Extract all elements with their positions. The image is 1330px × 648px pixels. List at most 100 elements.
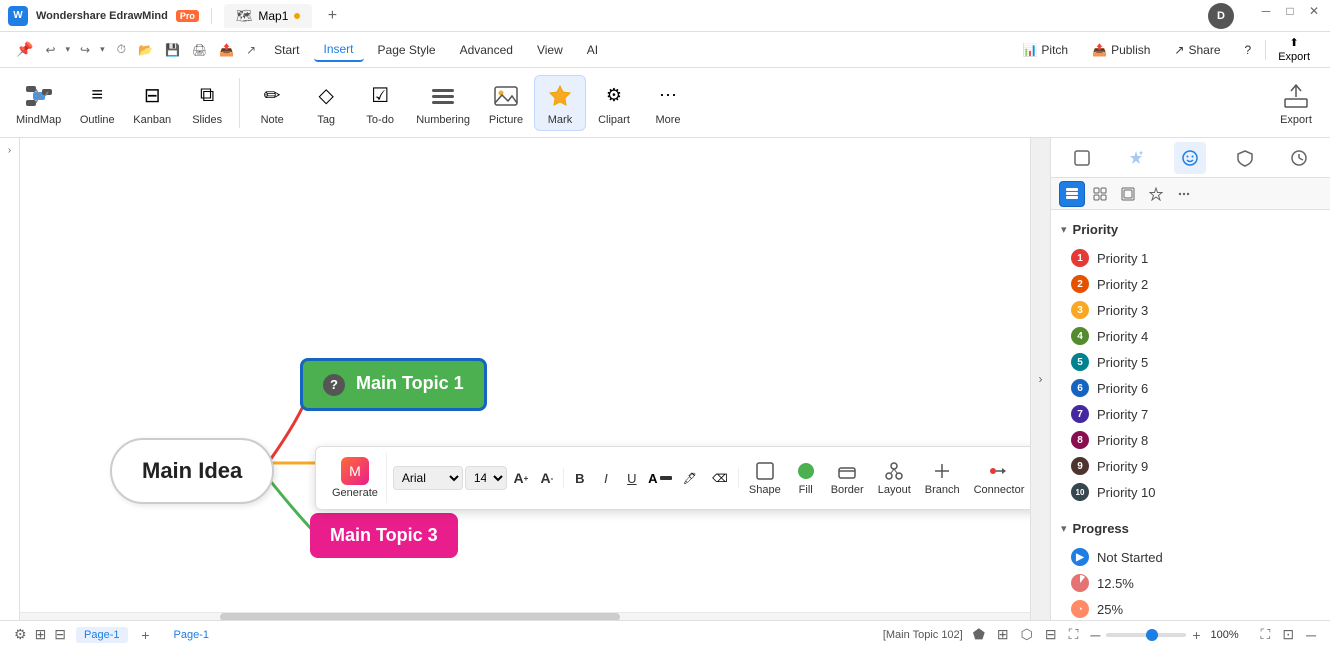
eraser-button[interactable]: ⌫ — [706, 466, 734, 490]
panel-shield-button[interactable] — [1229, 142, 1261, 174]
main-idea-node[interactable]: Main Idea — [110, 438, 274, 504]
status-fit-5[interactable]: ⛶ — [1067, 626, 1081, 643]
panel-clock-button[interactable] — [1283, 142, 1315, 174]
status-fit-1[interactable]: ⬟ — [971, 626, 987, 643]
page-layout-icon[interactable]: ⊟ — [52, 626, 68, 643]
status-fit-4[interactable]: ⊟ — [1043, 626, 1059, 643]
layout-button[interactable]: Layout — [872, 458, 917, 498]
priority-item-6[interactable]: 6 Priority 6 — [1067, 375, 1314, 401]
underline-button[interactable]: U — [620, 466, 644, 490]
canvas-scrollbar[interactable] — [20, 612, 1030, 620]
ribbon-mark[interactable]: Mark — [534, 75, 586, 131]
page-settings-icon[interactable]: ⚙ — [12, 626, 29, 643]
page-expand-icon[interactable]: ⊞ — [33, 626, 49, 643]
priority-item-10[interactable]: 10 Priority 10 — [1067, 479, 1314, 505]
menu-view[interactable]: View — [527, 39, 573, 61]
ribbon-mindmap[interactable]: MindMap — [8, 76, 69, 130]
font-grow-button[interactable]: A+ — [509, 466, 533, 490]
progress-item-25[interactable]: ◔ 25% — [1067, 596, 1314, 620]
priority-item-7[interactable]: 7 Priority 7 — [1067, 401, 1314, 427]
ribbon-picture[interactable]: Picture — [480, 76, 532, 130]
text-color-button[interactable]: A — [646, 466, 674, 490]
minimize-button[interactable]: ─ — [1258, 3, 1274, 19]
panel-shape-button[interactable] — [1066, 142, 1098, 174]
font-family-select[interactable]: Arial — [393, 466, 463, 490]
zoom-out-button[interactable]: ─ — [1088, 627, 1102, 643]
menu-page-style[interactable]: Page Style — [368, 39, 446, 61]
shape-button[interactable]: Shape — [743, 458, 787, 498]
undo-button[interactable]: ↩ — [41, 41, 59, 59]
close-button[interactable]: ✕ — [1306, 3, 1322, 19]
maximize-button[interactable]: □ — [1282, 3, 1298, 19]
priority-item-9[interactable]: 9 Priority 9 — [1067, 453, 1314, 479]
ribbon-clipart[interactable]: ⚙ Clipart — [588, 76, 640, 130]
scrollbar-thumb[interactable] — [220, 613, 620, 620]
topic-1-node[interactable]: ? Main Topic 1 — [300, 358, 487, 411]
progress-section-header[interactable]: ▾ Progress — [1059, 517, 1322, 540]
current-page-label[interactable]: Page-1 — [164, 627, 219, 643]
priority-item-8[interactable]: 8 Priority 8 — [1067, 427, 1314, 453]
export-button[interactable]: ⬆ Export — [1270, 32, 1318, 67]
sidebar-expand-icon[interactable]: › — [2, 142, 18, 158]
map-tab[interactable]: 🗺 Map1 — [224, 4, 313, 28]
ribbon-note[interactable]: ✏ Note — [246, 76, 298, 130]
ribbon-todo[interactable]: ☑ To-do — [354, 76, 406, 130]
status-fit-3[interactable]: ⬡ — [1019, 626, 1035, 643]
priority-item-4[interactable]: 4 Priority 4 — [1067, 323, 1314, 349]
publish-button[interactable]: 📤 Publish — [1082, 39, 1160, 61]
topic-3-node[interactable]: Main Topic 3 — [310, 513, 458, 558]
page-tab[interactable]: Page-1 — [76, 627, 127, 643]
panel-grid-view-button[interactable] — [1087, 181, 1113, 207]
zoom-in-button[interactable]: + — [1190, 627, 1202, 643]
history-button[interactable]: ⏱ — [113, 40, 130, 59]
fullscreen-button[interactable]: ⊡ — [1280, 626, 1296, 643]
menu-insert[interactable]: Insert — [314, 38, 364, 62]
ribbon-export[interactable]: Export — [1270, 76, 1322, 130]
add-page-button[interactable]: + — [136, 625, 156, 645]
canvas[interactable]: Main Idea ? Main Topic 1 Main Topic 3 M … — [20, 138, 1030, 620]
panel-list-view-button[interactable] — [1059, 181, 1085, 207]
save-button[interactable]: 💾 — [161, 41, 184, 59]
open-button[interactable]: 📂 — [134, 41, 157, 59]
share-small-button[interactable]: ↗ — [242, 41, 260, 59]
ribbon-slides[interactable]: ⧉ Slides — [181, 76, 233, 130]
pitch-button[interactable]: 📊 Pitch — [1012, 39, 1078, 61]
panel-emoji-button[interactable] — [1174, 142, 1206, 174]
priority-item-1[interactable]: 1 Priority 1 — [1067, 245, 1314, 271]
user-avatar[interactable]: D — [1208, 3, 1234, 29]
bold-button[interactable]: B — [568, 466, 592, 490]
italic-button[interactable]: I — [594, 466, 618, 490]
priority-item-5[interactable]: 5 Priority 5 — [1067, 349, 1314, 375]
ribbon-numbering[interactable]: Numbering — [408, 76, 478, 130]
minus-icon[interactable]: ─ — [1304, 627, 1318, 643]
generate-button[interactable]: M Generate — [324, 453, 387, 503]
ribbon-tag[interactable]: ◇ Tag — [300, 76, 352, 130]
priority-item-3[interactable]: 3 Priority 3 — [1067, 297, 1314, 323]
progress-item-not-started[interactable]: ▶ Not Started — [1067, 544, 1314, 570]
font-shrink-button[interactable]: A- — [535, 466, 559, 490]
fit-screen-button[interactable]: ⛶ — [1259, 626, 1273, 643]
ribbon-outline[interactable]: ≡ Outline — [71, 76, 123, 130]
undo-dropdown[interactable]: ▾ — [62, 42, 75, 57]
fill-button[interactable]: Fill — [789, 458, 823, 498]
branch-button[interactable]: Branch — [919, 458, 966, 498]
panel-sparkle-button[interactable] — [1120, 142, 1152, 174]
panel-more-view-button[interactable] — [1171, 181, 1197, 207]
priority-item-2[interactable]: 2 Priority 2 — [1067, 271, 1314, 297]
status-fit-2[interactable]: ⊞ — [995, 626, 1011, 643]
menu-start[interactable]: Start — [264, 39, 309, 61]
ribbon-more[interactable]: ⋯ More — [642, 76, 694, 130]
menu-advanced[interactable]: Advanced — [450, 39, 523, 61]
zoom-slider[interactable] — [1106, 633, 1186, 637]
export-small-button[interactable]: 📤 — [215, 41, 238, 59]
print-button[interactable]: 🖨 — [188, 41, 211, 59]
panel-star-view-button[interactable] — [1143, 181, 1169, 207]
ribbon-kanban[interactable]: ⊟ Kanban — [125, 76, 179, 130]
redo-dropdown[interactable]: ▾ — [96, 42, 109, 57]
border-button[interactable]: Border — [825, 458, 870, 498]
priority-section-header[interactable]: ▾ Priority — [1059, 218, 1322, 241]
pin-icon[interactable]: 📌 — [12, 37, 37, 62]
share-button[interactable]: ↗ Share — [1164, 39, 1230, 61]
menu-ai[interactable]: AI — [577, 39, 608, 61]
redo-button[interactable]: ↪ — [76, 41, 94, 59]
